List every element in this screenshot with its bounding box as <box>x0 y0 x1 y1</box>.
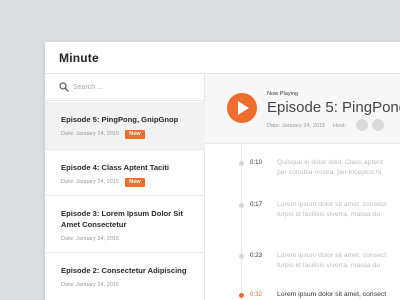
transcript-line: Lorem ipsum dolor sit amet, consect <box>277 291 387 298</box>
transcript-line: Lorem ipsum dolor sit amet, consect <box>277 252 387 259</box>
host-label: Host: <box>333 123 347 129</box>
timeline-dot-current <box>239 293 244 298</box>
transcript-line: per conubia nostra, per inceptos hi <box>277 169 382 176</box>
transcript-text: Quisque in dolor odio. Class aptent per … <box>277 158 400 178</box>
timestamp[interactable]: 0:17 <box>250 201 262 208</box>
now-playing-title: Episode 5: PingPong, G <box>267 99 400 116</box>
episode-title: Episode 5: PingPong, GnipGnop <box>61 115 179 124</box>
transcript-text: Lorem ipsum dolor sit amet, consect turp… <box>277 200 400 220</box>
timeline-dot <box>239 254 244 259</box>
episode-item-2[interactable]: Episode 2: Consectetur Adipiscing Date: … <box>45 254 205 300</box>
now-playing-header: Now Playing Episode 5: PingPong, G Date:… <box>205 74 400 144</box>
timeline-dot <box>239 203 244 208</box>
now-playing-date: Date: January 24, 2015 <box>267 123 326 129</box>
player-panel: Now Playing Episode 5: PingPong, G Date:… <box>205 74 400 300</box>
episode-title: Episode 2: Consectetur Adipiscing <box>61 266 187 275</box>
timestamp[interactable]: 0:10 <box>250 159 262 166</box>
host-avatar[interactable] <box>356 119 368 131</box>
new-badge: New <box>125 177 145 187</box>
transcript-line: Quisque in dolor odio. Class aptent <box>277 159 383 166</box>
transcript-timeline: 0:10 Quisque in dolor odio. Class aptent… <box>205 144 400 300</box>
play-button[interactable] <box>227 93 257 123</box>
transcript-text: Lorem ipsum dolor sit amet, consect <box>277 290 400 300</box>
timeline-dot <box>239 161 244 166</box>
episode-date: Date: January 24, 2015 <box>61 236 120 242</box>
search-input[interactable] <box>73 80 193 94</box>
episode-date: Date: January 24, 2015 <box>61 179 120 185</box>
episode-date: Date: January 24, 2015 <box>61 131 120 137</box>
play-icon <box>238 101 249 115</box>
episode-title: Episode 3: Lorem Ipsum Dolor Sit Amet Co… <box>61 209 183 229</box>
episode-sidebar: Episode 5: PingPong, GnipGnop Date: Janu… <box>45 74 205 300</box>
transcript-text: Lorem ipsum dolor sit amet, consect turp… <box>277 251 400 271</box>
transcript-line: Lorem ipsum dolor sit amet, consect <box>277 201 387 208</box>
timestamp[interactable]: 0:23 <box>250 252 262 259</box>
search-bar <box>45 74 205 101</box>
app-window: Minute Episode 5: PingPong, GnipGnop Dat… <box>45 42 400 300</box>
episode-item-4[interactable]: Episode 4: Class Aptent Taciti Date: Jan… <box>45 151 205 196</box>
episode-date: Date: January 24, 2015 <box>61 282 120 288</box>
timeline-line <box>241 144 242 300</box>
new-badge: New <box>125 129 145 139</box>
transcript-line: turpis id facilisis viverra, massa du <box>277 211 381 218</box>
title-bar: Minute <box>45 42 400 74</box>
app-title: Minute <box>59 51 99 65</box>
episode-title: Episode 4: Class Aptent Taciti <box>61 163 170 172</box>
transcript-line: turpis id facilisis viverra, massa du <box>277 262 381 269</box>
episode-item-3[interactable]: Episode 3: Lorem Ipsum Dolor Sit Amet Co… <box>45 197 205 253</box>
episode-item-5[interactable]: Episode 5: PingPong, GnipGnop Date: Janu… <box>45 102 205 150</box>
now-playing-label: Now Playing <box>267 91 299 97</box>
search-icon <box>59 82 69 92</box>
host-avatar[interactable] <box>372 119 384 131</box>
timestamp-current[interactable]: 0:32 <box>250 291 262 298</box>
